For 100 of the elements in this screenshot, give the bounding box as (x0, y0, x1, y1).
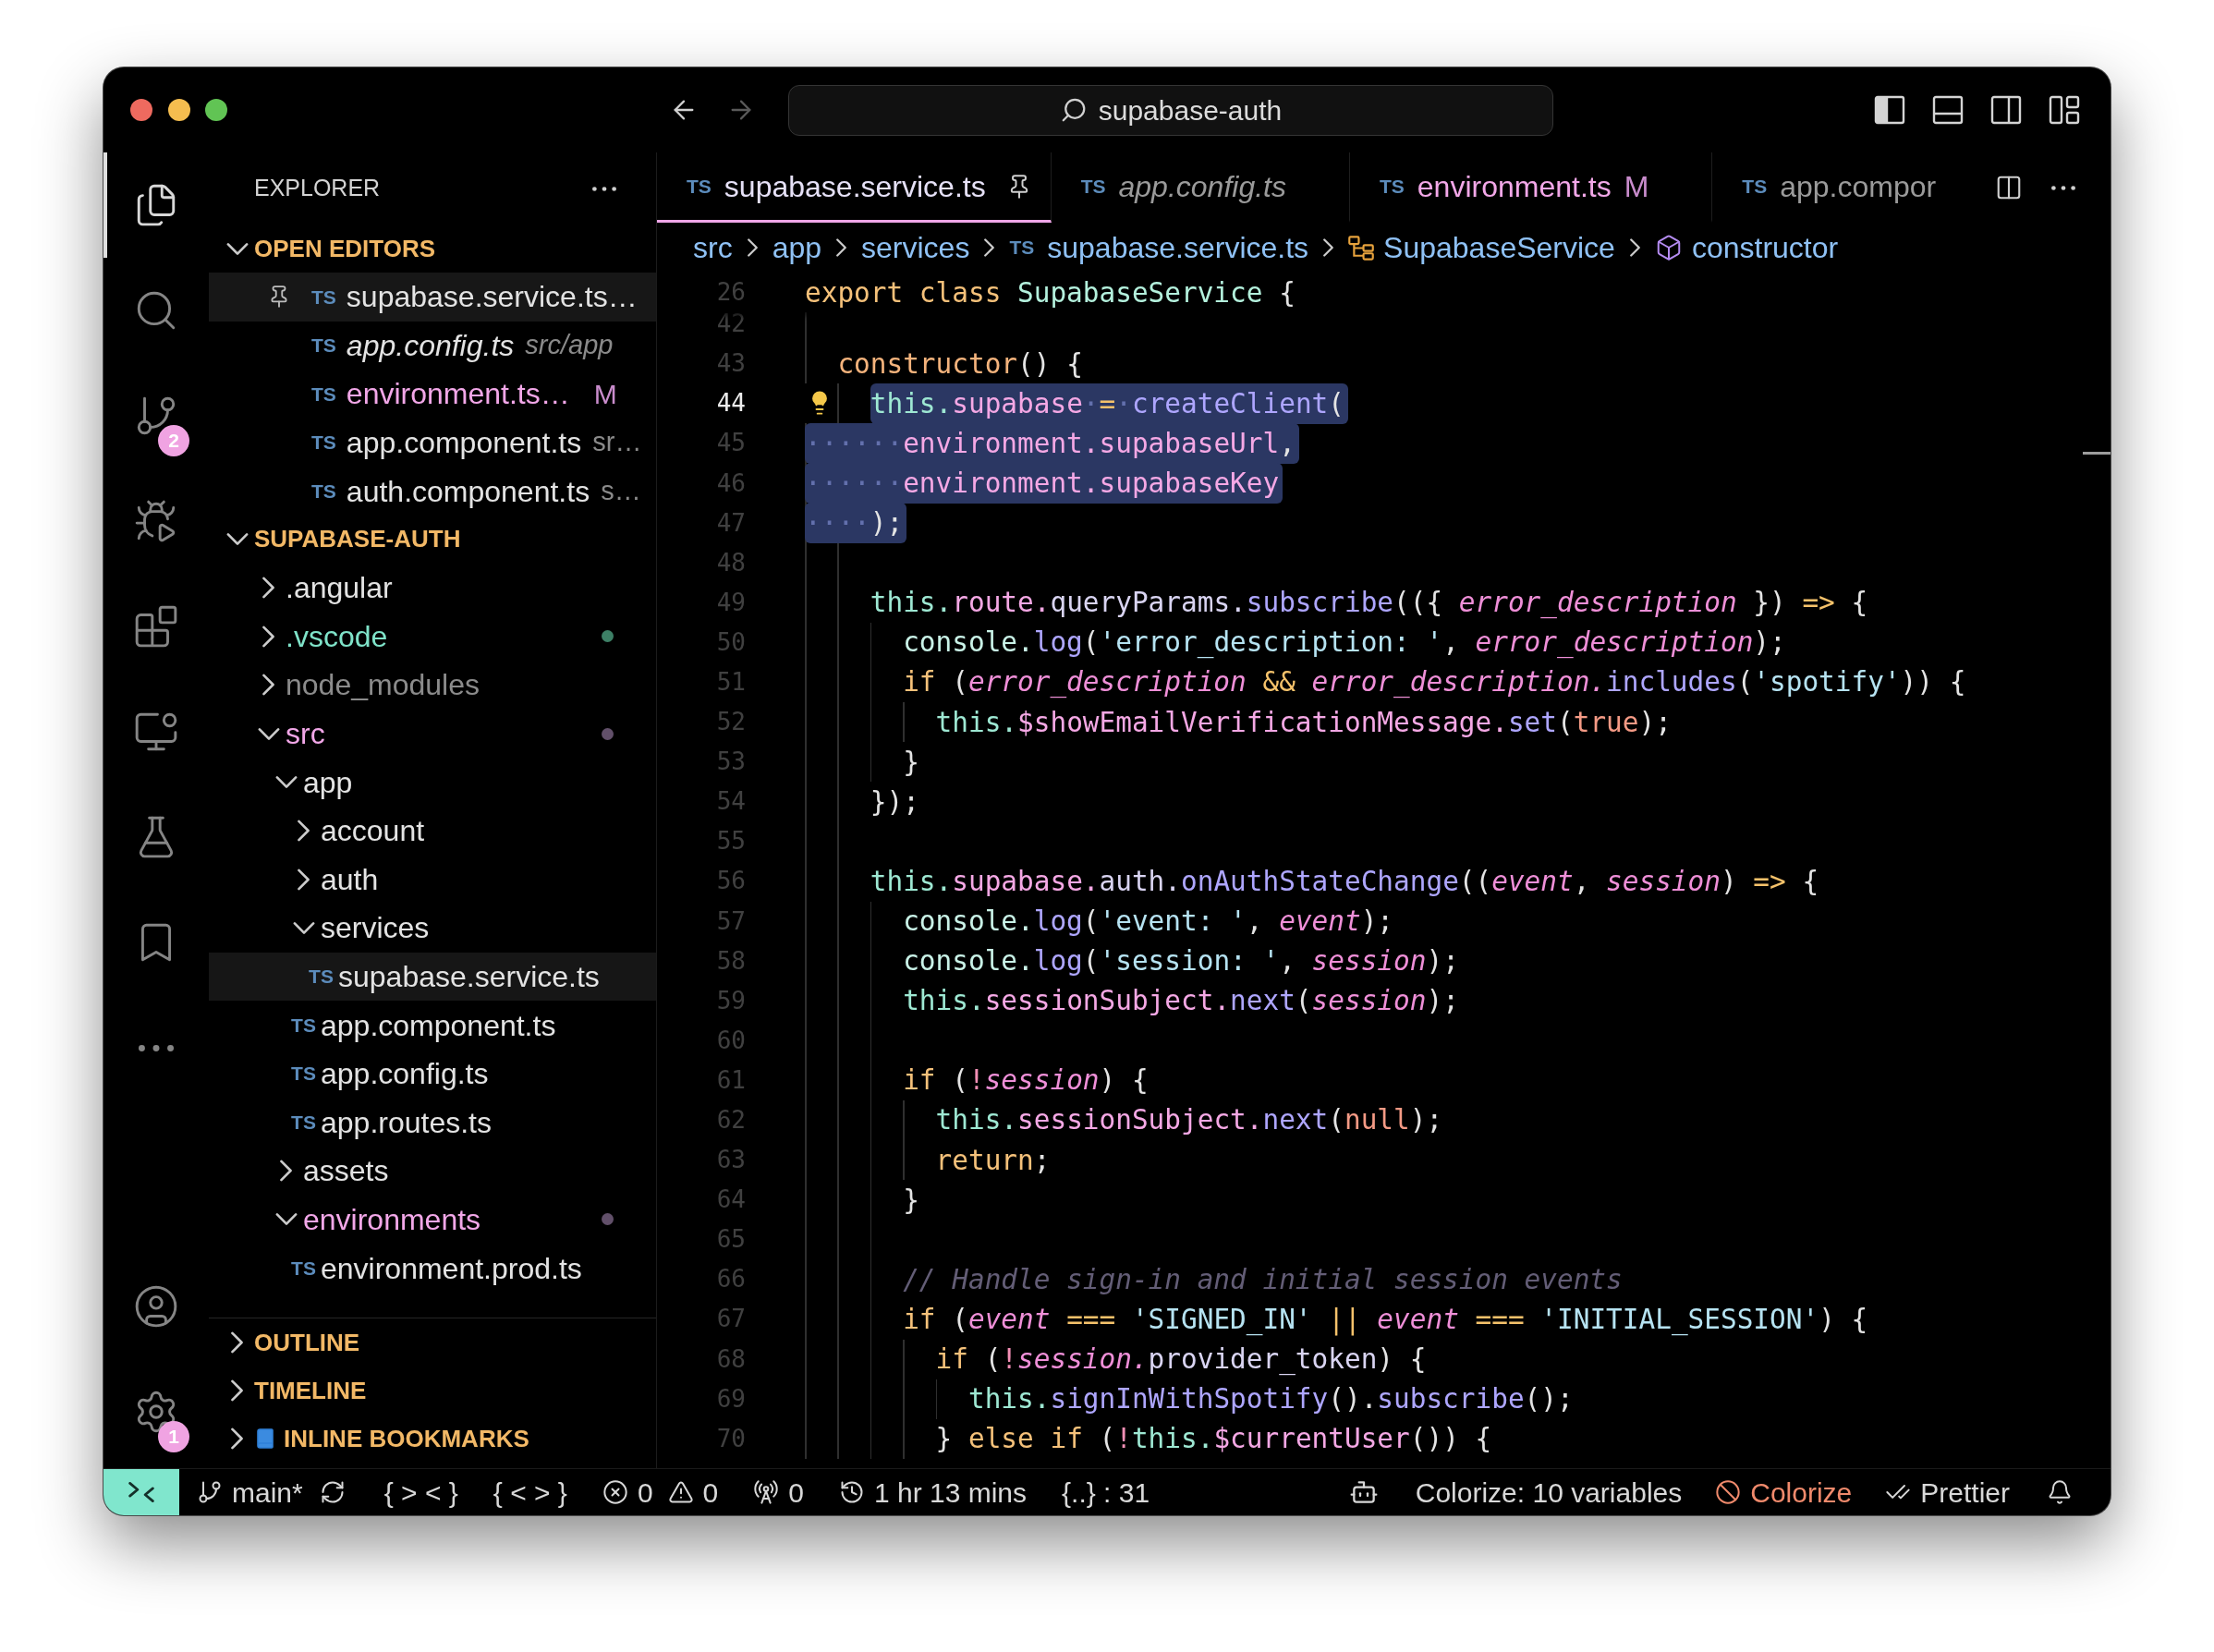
code-text: // Handle sign-in and initial session events (903, 1262, 1623, 1297)
section-header[interactable]: OPEN EDITORS (209, 225, 656, 273)
code-text: } (903, 745, 919, 780)
branch-button[interactable]: main* (197, 1471, 303, 1513)
folder-tree-item[interactable]: app (209, 758, 656, 807)
folder-tree-item[interactable]: account (209, 806, 656, 856)
line-number: 42 (715, 309, 746, 340)
folder-tree-item[interactable]: assets (209, 1147, 656, 1196)
line-number: 62 (715, 1105, 746, 1136)
code-text: if (event === 'SIGNED_IN' || event === 'INITIAL_SESSION') { (903, 1302, 1868, 1338)
status-item[interactable]: {..} : 31 (1062, 1471, 1150, 1513)
section-header[interactable]: SUPABASE-AUTH (209, 515, 656, 564)
open-editor-item[interactable]: TS supabase.service.ts… (209, 273, 656, 322)
file-type-label: TS (1379, 174, 1405, 199)
open-editor-item[interactable]: TS environment.ts… M (209, 370, 656, 419)
chevron-right-icon (836, 238, 847, 257)
class-symbol-icon (1348, 235, 1375, 261)
open-editor-item[interactable]: TS app.config.ts src/app (209, 321, 656, 370)
code-text: }); (870, 784, 919, 820)
line-number: 68 (715, 1343, 746, 1375)
file-tree-item[interactable]: TS app.component.ts (209, 1001, 656, 1050)
line-number: 59 (715, 985, 746, 1016)
problems-button[interactable]: 0 0 (602, 1471, 719, 1513)
status-item[interactable]: Colorize: 10 variables (1415, 1471, 1683, 1513)
file-type-label: TS (687, 174, 712, 199)
minimize-window-button[interactable] (167, 99, 190, 121)
file-type-label: TS (291, 1013, 316, 1038)
close-window-button[interactable] (130, 99, 152, 121)
prettier-button[interactable]: Prettier (1885, 1471, 2010, 1513)
remote-icon (128, 1482, 154, 1502)
file-tree-item[interactable]: TS environment.prod.ts (209, 1244, 656, 1293)
line-number: 50 (715, 626, 746, 658)
editor-tab[interactable]: TS app.compor (1712, 152, 1937, 223)
more-icon (139, 1044, 174, 1051)
breadcrumb-item[interactable]: services (861, 225, 970, 270)
line-number: 70 (715, 1423, 746, 1454)
selected-code-text: ······environment.supabaseUrl, (805, 422, 1299, 464)
file-tree-item[interactable]: TS supabase.service.ts (209, 952, 656, 1002)
status-item[interactable]: { < > } (493, 1471, 567, 1513)
editor-tab[interactable]: TS supabase.service.ts (657, 152, 1052, 223)
breadcrumb-item[interactable]: SupabaseService (1348, 225, 1615, 270)
zoom-window-button[interactable] (205, 99, 227, 121)
layout-grid-icon (2049, 95, 2080, 125)
file-tree-item[interactable]: TS app.routes.ts (209, 1098, 656, 1148)
open-editor-item[interactable]: TS auth.component.ts s… (209, 467, 656, 516)
section-header[interactable]: OUTLINE (209, 1318, 656, 1367)
file-type-label: TS (311, 334, 336, 358)
overview-ruler-mark (2083, 452, 2111, 455)
file-type-label: TS (311, 285, 336, 310)
chevron-right-icon (747, 238, 758, 257)
ports-button[interactable]: 0 (753, 1471, 804, 1513)
code-text: this.route.queryParams.subscribe(({ error_description }) => { (870, 586, 1868, 621)
folder-tree-item[interactable]: node_modules (209, 661, 656, 710)
open-editor-item[interactable]: TS app.component.ts sr… (209, 418, 656, 468)
file-type-label: TS (291, 1062, 316, 1087)
line-number: 53 (715, 747, 746, 778)
error-icon (602, 1479, 628, 1505)
section-header[interactable]: INLINE BOOKMARKS (209, 1415, 656, 1463)
line-number: 69 (715, 1383, 746, 1415)
code-text: } else if (!this.$currentUser()) { (935, 1422, 1492, 1457)
chevron-right-icon (1629, 238, 1640, 257)
folder-tree-item[interactable]: auth (209, 855, 656, 905)
line-number: 45 (715, 428, 746, 459)
editor-tab[interactable]: TS environment.ts M (1349, 152, 1713, 223)
line-number: 46 (715, 468, 746, 499)
line-number: 44 (715, 388, 746, 419)
blocks-icon (133, 603, 179, 650)
line-number: 48 (715, 547, 746, 578)
count-badge: 1 (158, 1421, 189, 1452)
code-text: console.log('error_description: ', error_description); (903, 626, 1786, 661)
code-text: this.supabase.auth.onAuthStateChange((event, session) => { (870, 864, 1819, 899)
code-text: this.$showEmailVerificationMessage.set(true); (935, 705, 1672, 740)
file-tree-item[interactable]: TS app.config.ts (209, 1049, 656, 1099)
section-header[interactable]: TIMELINE (209, 1367, 656, 1415)
line-number: 61 (715, 1064, 746, 1096)
breadcrumb-item[interactable]: app (772, 225, 822, 270)
file-type-label: TS (311, 382, 336, 407)
folder-tree-item[interactable]: services (209, 904, 656, 953)
breadcrumb-item[interactable]: TS supabase.service.ts (1009, 225, 1309, 270)
folder-tree-item[interactable]: src (209, 709, 656, 759)
code-text: return; (935, 1143, 1051, 1178)
command-center-search[interactable]: supabase-auth (788, 84, 1553, 136)
file-type-label: TS (1009, 236, 1035, 261)
folder-tree-item[interactable]: .angular (209, 563, 656, 613)
split-columns-icon (1995, 174, 2023, 201)
line-number: 54 (715, 786, 746, 818)
file-type-label: TS (309, 965, 334, 990)
code-text: console.log('session: ', session); (903, 944, 1459, 979)
status-item[interactable]: { > < } (383, 1471, 458, 1513)
code-text: if (!session) { (903, 1063, 1149, 1099)
breadcrumb-item[interactable]: src (693, 225, 733, 270)
colorize-button[interactable]: Colorize (1715, 1471, 1853, 1513)
folder-tree-item[interactable]: .vscode (209, 612, 656, 662)
remote-button[interactable] (103, 1469, 179, 1515)
file-type-label: TS (1742, 174, 1768, 199)
folder-tree-item[interactable]: environments (209, 1195, 656, 1245)
timer-button[interactable]: 1 hr 13 mins (838, 1471, 1028, 1513)
editor-tab[interactable]: TS app.config.ts (1051, 152, 1350, 223)
line-number: 65 (715, 1224, 746, 1256)
breadcrumb-item[interactable]: constructor (1654, 225, 1839, 270)
